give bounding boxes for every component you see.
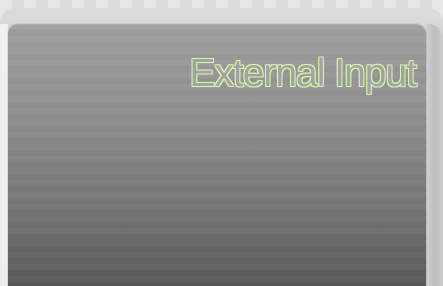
right-strip xyxy=(426,24,443,286)
left-edge xyxy=(0,24,8,286)
screen-title: External Input xyxy=(189,52,417,95)
external-input-screen: External Input xyxy=(0,0,443,286)
content-panel: External Input xyxy=(8,24,426,286)
